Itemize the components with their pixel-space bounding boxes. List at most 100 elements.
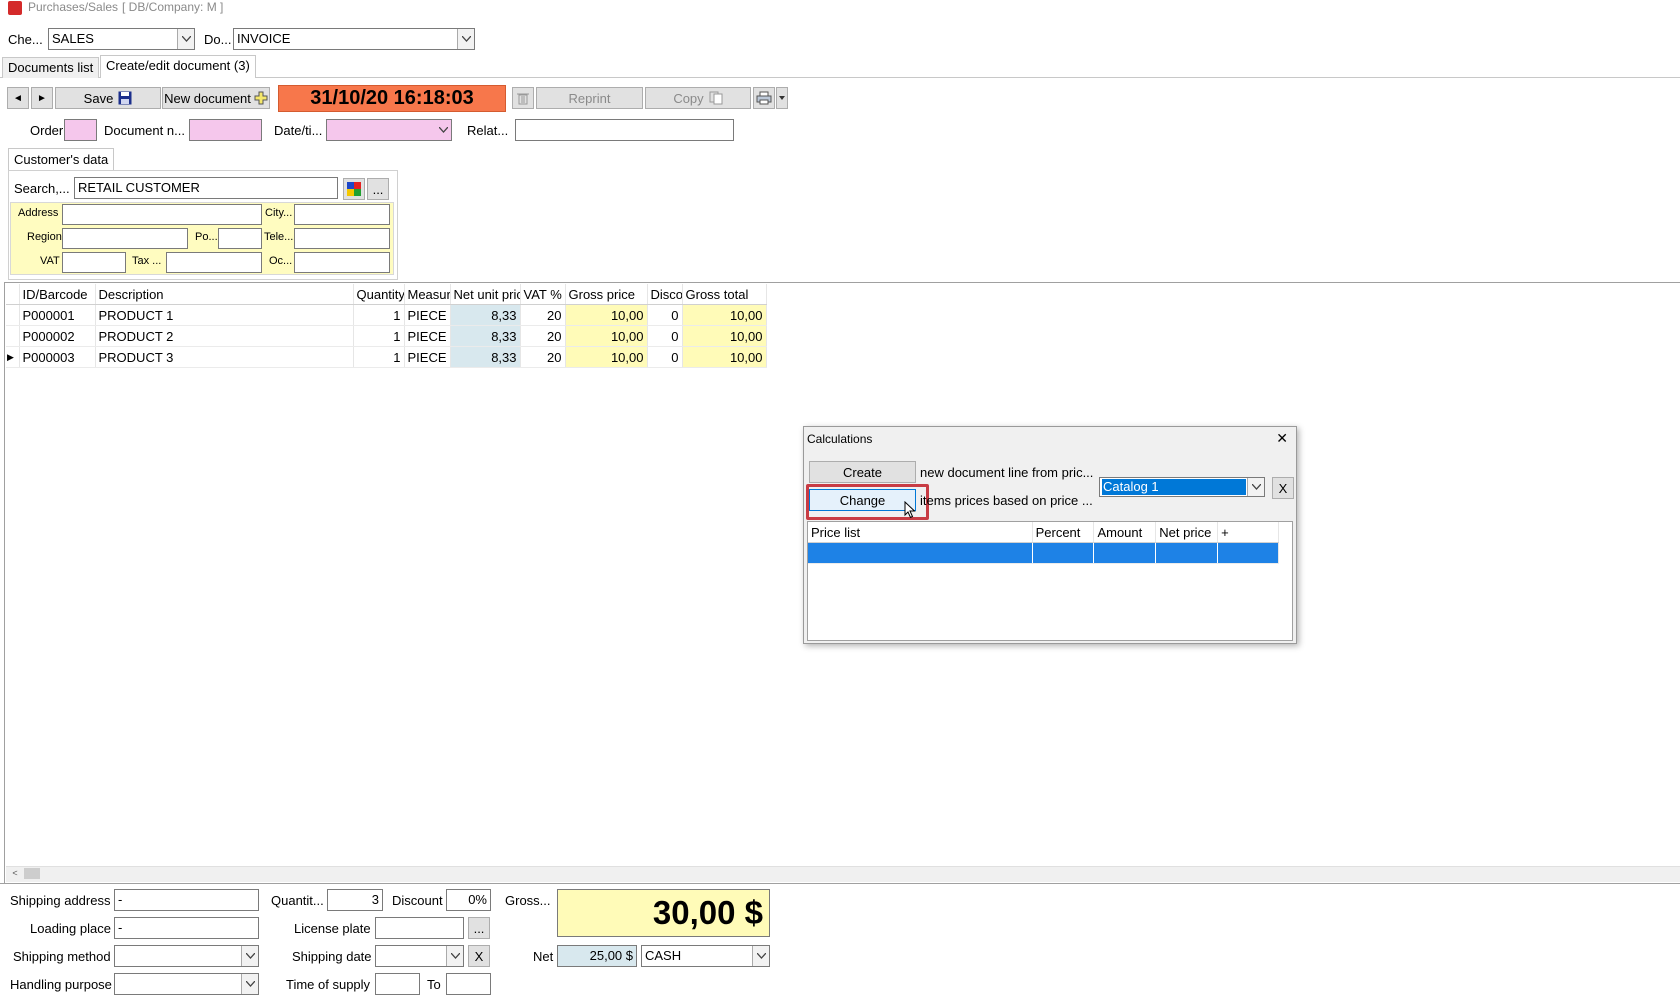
vat-field[interactable] xyxy=(62,252,126,273)
cell-description[interactable]: PRODUCT 2 xyxy=(95,325,354,347)
cell-quantity[interactable]: 1 xyxy=(353,346,405,368)
license-plate-field[interactable] xyxy=(375,917,464,939)
cell-gross-total[interactable]: 10,00 xyxy=(682,346,767,368)
cell-net-unit-price[interactable]: 8,33 xyxy=(450,346,521,368)
column-header[interactable]: Gross total xyxy=(682,284,767,305)
discount-field[interactable]: 0% xyxy=(446,889,491,911)
chevron-down-icon[interactable] xyxy=(1247,478,1264,496)
doc-type-select[interactable]: INVOICE xyxy=(233,28,475,50)
cell-quantity[interactable]: 1 xyxy=(353,304,405,326)
column-header[interactable]: Net price xyxy=(1155,522,1219,543)
next-button[interactable]: ► xyxy=(31,87,53,109)
print-button[interactable] xyxy=(753,87,775,109)
cell-plus[interactable] xyxy=(1217,542,1279,564)
horizontal-scrollbar[interactable] xyxy=(6,866,1680,882)
tab-customer-data[interactable]: Customer's data xyxy=(8,148,115,171)
chevron-down-icon[interactable] xyxy=(457,29,474,49)
cell-net-unit-price[interactable]: 8,33 xyxy=(450,304,521,326)
scrollbar-thumb[interactable] xyxy=(24,868,40,879)
cell-description[interactable]: PRODUCT 1 xyxy=(95,304,354,326)
cell-gross-price[interactable]: 10,00 xyxy=(565,325,648,347)
document-number-field[interactable] xyxy=(189,119,262,141)
tab-create-edit-document[interactable]: Create/edit document (3) xyxy=(100,55,256,78)
cell-amount[interactable] xyxy=(1093,542,1157,564)
column-header[interactable]: Gross price xyxy=(565,284,648,305)
column-header[interactable]: VAT % xyxy=(520,284,566,305)
related-field[interactable] xyxy=(515,119,734,141)
create-button[interactable]: Create xyxy=(809,461,916,483)
chevron-down-icon[interactable] xyxy=(241,946,258,966)
chevron-down-icon[interactable] xyxy=(435,120,451,140)
column-header[interactable]: Price list xyxy=(808,522,1033,543)
new-document-button[interactable]: New document xyxy=(162,87,270,109)
cell-gross-price[interactable]: 10,00 xyxy=(565,304,648,326)
address-field[interactable] xyxy=(62,204,262,225)
cell-gross-price[interactable]: 10,00 xyxy=(565,346,648,368)
column-header[interactable]: Quantity xyxy=(353,284,405,305)
table-row[interactable]: ▶ P000003 PRODUCT 3 1 PIECE 8,33 20 10,0… xyxy=(6,346,767,368)
change-button[interactable]: Change xyxy=(809,489,916,511)
shipping-address-field[interactable]: - xyxy=(114,889,259,911)
cell-price-list[interactable] xyxy=(808,542,1033,564)
cell-measure[interactable]: PIECE xyxy=(404,346,451,368)
column-header[interactable]: Measur xyxy=(404,284,451,305)
column-header[interactable]: Percent xyxy=(1032,522,1095,543)
cell-vat[interactable]: 20 xyxy=(520,304,566,326)
postal-code-field[interactable] xyxy=(218,228,262,249)
column-header[interactable]: ID/Barcode xyxy=(19,284,96,305)
chevron-down-icon[interactable] xyxy=(446,946,463,966)
column-header[interactable]: Description xyxy=(95,284,354,305)
cell-gross-total[interactable]: 10,00 xyxy=(682,325,767,347)
cell-discount[interactable]: 0 xyxy=(647,325,683,347)
cell-id[interactable]: P000001 xyxy=(19,304,96,326)
column-header[interactable]: Amount xyxy=(1093,522,1157,543)
cell-discount[interactable]: 0 xyxy=(647,304,683,326)
prev-button[interactable]: ◄ xyxy=(7,87,29,109)
cell-vat[interactable]: 20 xyxy=(520,325,566,347)
save-button[interactable]: Save xyxy=(55,87,161,109)
cell-net-price[interactable] xyxy=(1155,542,1219,564)
print-menu-button[interactable] xyxy=(776,87,788,109)
cell-net-unit-price[interactable]: 8,33 xyxy=(450,325,521,347)
cell-percent[interactable] xyxy=(1032,542,1095,564)
date-time-field[interactable] xyxy=(326,119,452,141)
customer-search-field[interactable]: RETAIL CUSTOMER xyxy=(74,177,338,199)
table-row[interactable]: P000002 PRODUCT 2 1 PIECE 8,33 20 10,00 … xyxy=(6,325,767,347)
cell-measure[interactable]: PIECE xyxy=(404,325,451,347)
cell-id[interactable]: P000003 xyxy=(19,346,96,368)
time-of-supply-from-field[interactable] xyxy=(375,973,420,995)
license-plate-more-button[interactable]: ... xyxy=(468,917,490,939)
order-field[interactable] xyxy=(64,119,97,141)
time-of-supply-to-field[interactable] xyxy=(446,973,491,995)
tab-documents-list[interactable]: Documents list xyxy=(2,57,100,78)
cell-quantity[interactable]: 1 xyxy=(353,325,405,347)
catalog-select[interactable]: Catalog 1 xyxy=(1099,477,1265,497)
quantity-field[interactable]: 3 xyxy=(327,889,383,911)
occupation-field[interactable] xyxy=(294,252,390,273)
cell-id[interactable]: P000002 xyxy=(19,325,96,347)
city-field[interactable] xyxy=(294,204,390,225)
clear-shipping-date-button[interactable]: X xyxy=(468,945,490,967)
customer-lookup-button[interactable] xyxy=(343,178,365,200)
reprint-button[interactable]: Reprint xyxy=(536,87,643,109)
close-icon[interactable]: ✕ xyxy=(1276,430,1288,447)
tax-office-field[interactable] xyxy=(166,252,262,273)
shipping-date-field[interactable] xyxy=(375,945,464,967)
handling-purpose-select[interactable] xyxy=(114,973,259,995)
cell-vat[interactable]: 20 xyxy=(520,346,566,368)
cell-measure[interactable]: PIECE xyxy=(404,304,451,326)
column-header[interactable]: Net unit pric xyxy=(450,284,521,305)
table-row[interactable] xyxy=(808,542,1279,564)
channel-select[interactable]: SALES xyxy=(48,28,195,50)
cell-discount[interactable]: 0 xyxy=(647,346,683,368)
payment-method-select[interactable]: CASH xyxy=(641,945,770,967)
chevron-down-icon[interactable] xyxy=(752,946,769,966)
chevron-down-icon[interactable] xyxy=(177,29,194,49)
customer-more-button[interactable]: ... xyxy=(367,178,389,200)
shipping-method-select[interactable] xyxy=(114,945,259,967)
copy-button[interactable]: Copy xyxy=(645,87,751,109)
chevron-down-icon[interactable] xyxy=(241,974,258,994)
column-header[interactable]: + xyxy=(1217,522,1279,543)
clear-catalog-button[interactable]: X xyxy=(1272,477,1294,499)
column-header[interactable]: Disco xyxy=(647,284,683,305)
